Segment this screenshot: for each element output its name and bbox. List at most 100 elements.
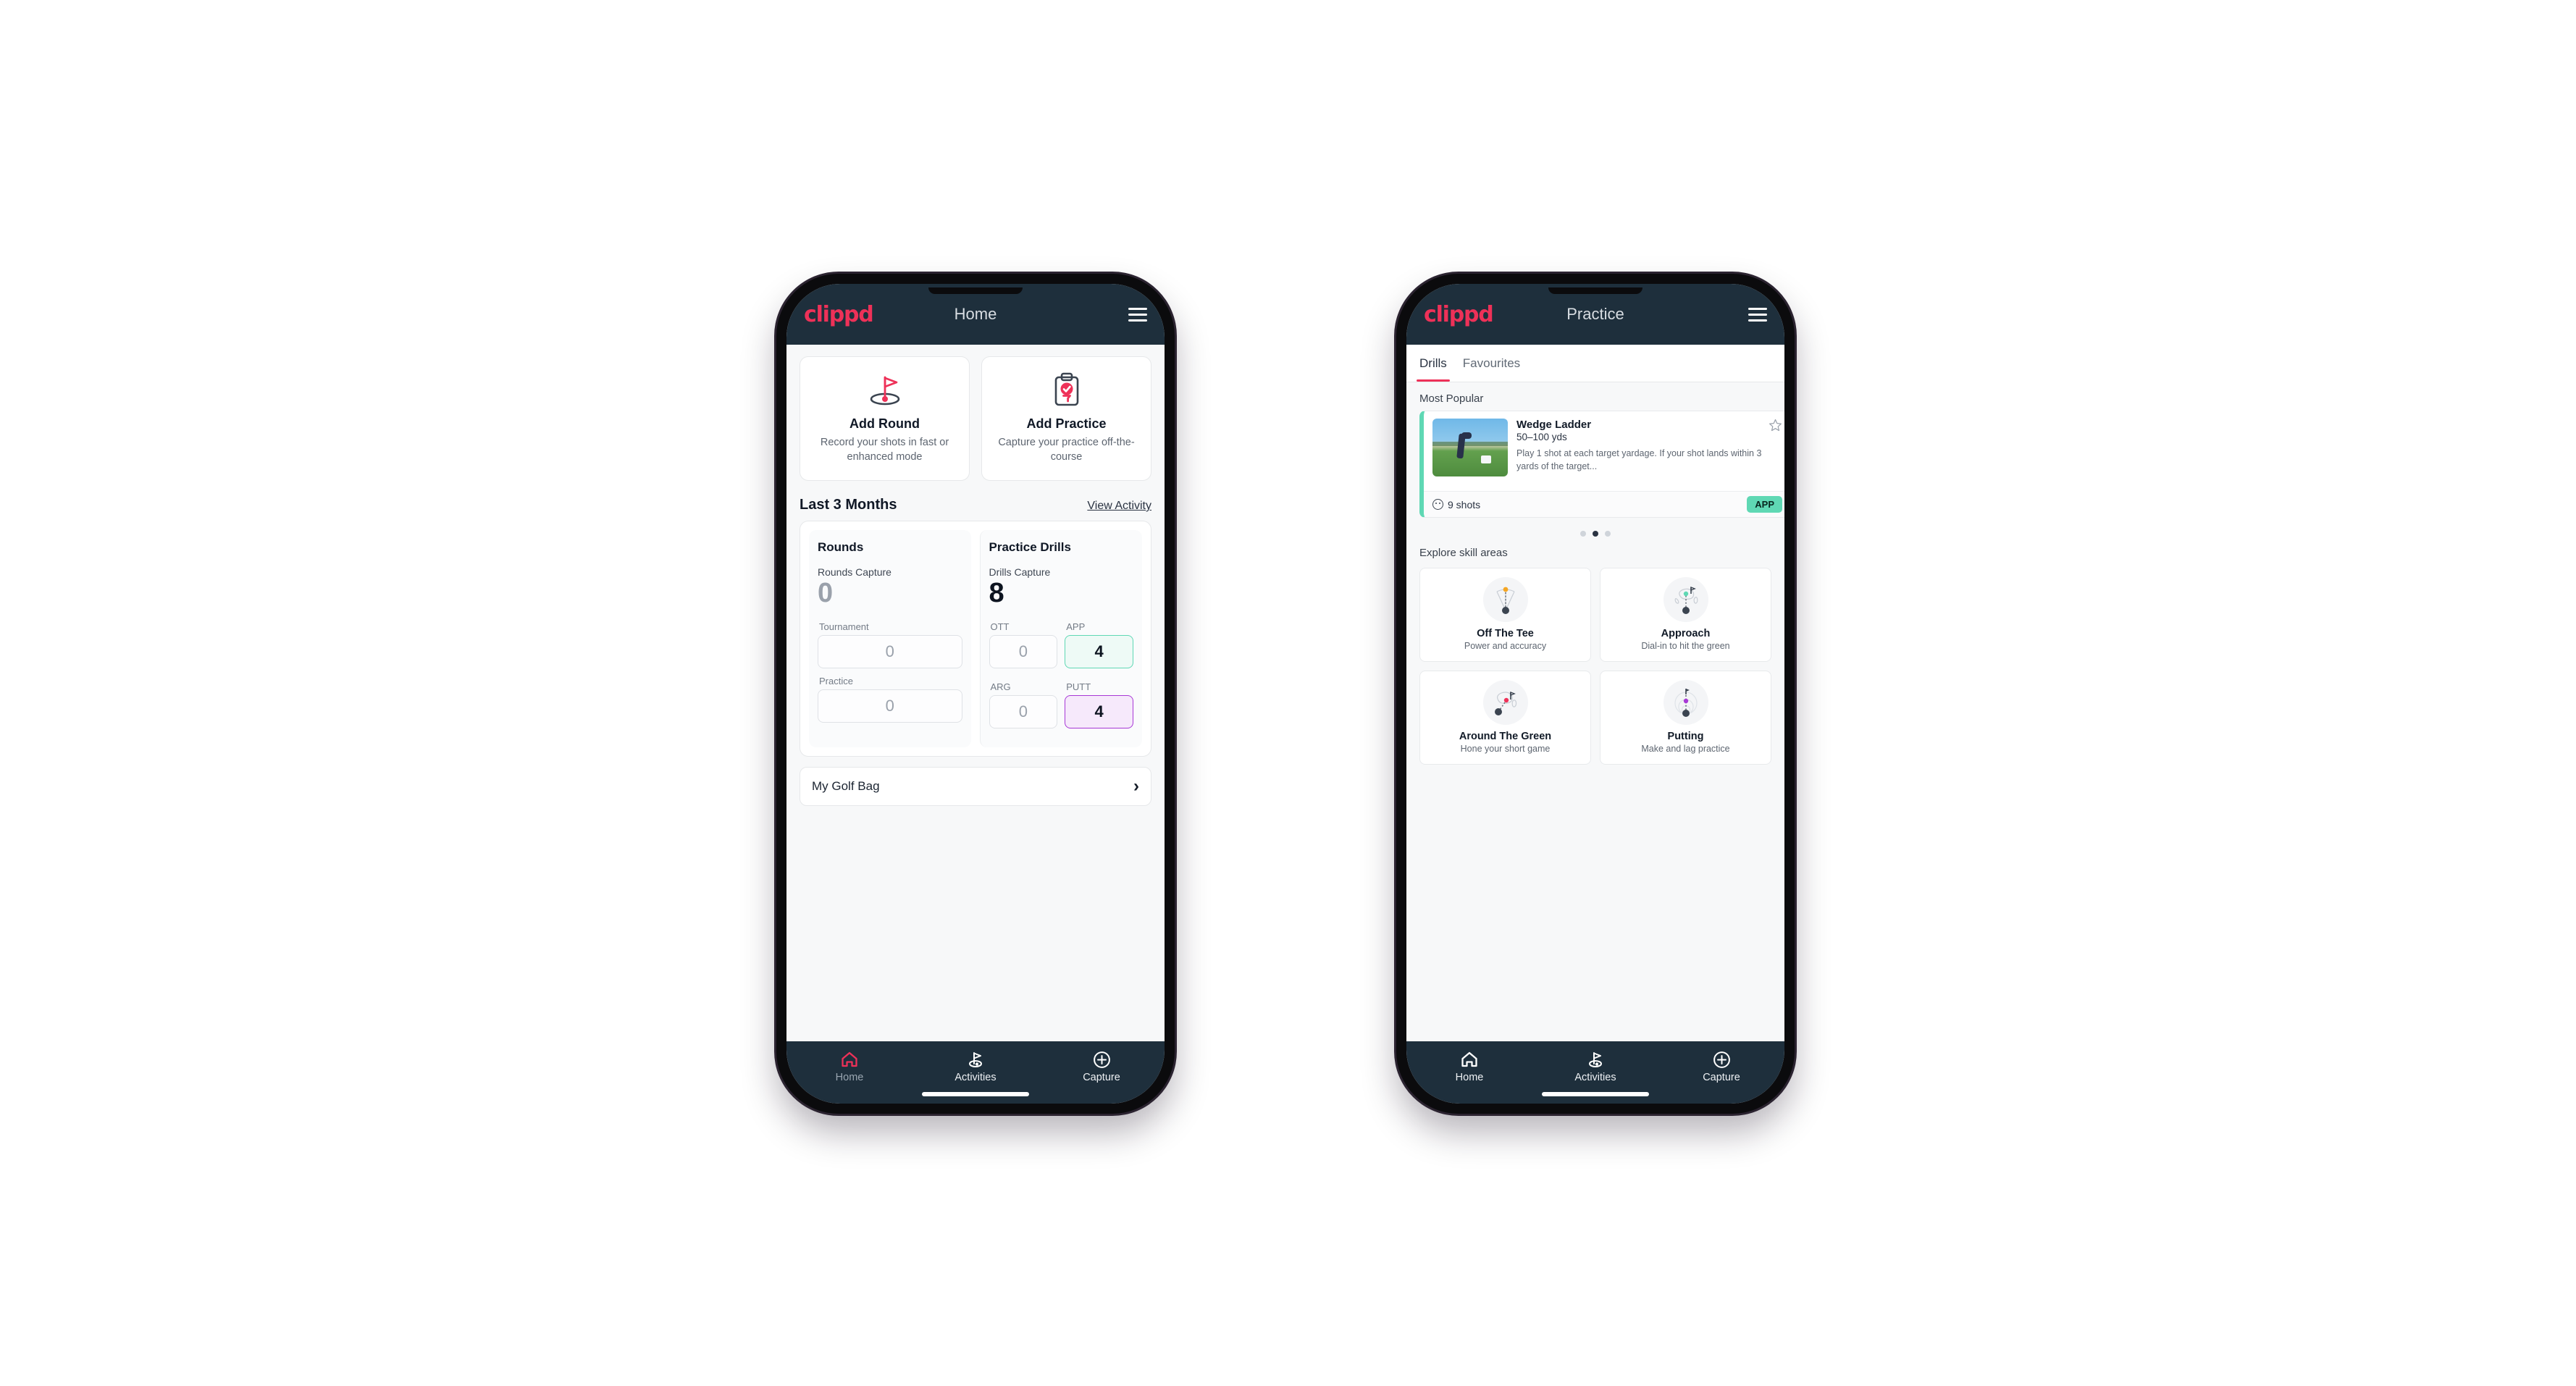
drill-shots-label: 9 shots [1448,498,1481,511]
nav-item-capture[interactable]: Capture [1659,1050,1784,1083]
golf-ball-icon [1432,499,1443,510]
plus-circle-icon [1713,1050,1731,1069]
explore-skill-areas-label: Explore skill areas [1419,547,1508,559]
off-the-tee-icon [1482,577,1528,622]
practice-screen: clippd Practice Drills Favourites Most P… [1406,284,1784,1104]
ott-value[interactable]: 0 [989,634,1058,668]
rounds-capture-label: Rounds Capture [818,566,891,578]
carousel-dot[interactable] [1605,531,1611,537]
drill-category-grid: OTT 0 APP 4 ARG 0 PUTT 4 [989,621,1133,736]
skill-card-around-the-green[interactable]: Around The Green Hone your short game [1419,671,1591,765]
practice-label: Practice [819,675,853,686]
phone-notch [1548,287,1642,294]
page-title: Home [954,305,997,323]
plus-circle-icon [1093,1050,1111,1069]
drills-capture-label: Drills Capture [989,566,1051,578]
putt-label: PUTT [1066,681,1091,692]
ott-label: OTT [990,621,1010,632]
approach-icon [1663,577,1708,622]
carousel-dot[interactable] [1580,531,1586,537]
skill-subtitle: Dial-in to hit the green [1641,641,1730,651]
screenshot-canvas: clippd Home Add Round Record your shots … [0,0,2576,1386]
add-practice-card[interactable]: Add Practice Capture your practice off-t… [981,356,1151,481]
practice-bottom-nav: Home Activities Capture [1406,1041,1784,1104]
page-title: Practice [1566,305,1624,323]
nav-item-home[interactable]: Home [1407,1050,1532,1083]
arg-label: ARG [990,681,1011,692]
drill-category-badge: APP [1747,496,1782,513]
app-label: APP [1066,621,1086,632]
drill-carousel[interactable]: Wedge Ladder 50–100 yds Play 1 shot at e… [1406,411,1784,525]
skill-card-off-the-tee[interactable]: Off The Tee Power and accuracy [1419,568,1591,662]
home-indicator-bar [922,1092,1029,1096]
skill-subtitle: Hone your short game [1460,744,1551,754]
drills-capture-value: 8 [989,578,1004,608]
add-round-subtitle: Record your shots in fast or enhanced mo… [820,437,949,463]
skill-card-putting[interactable]: Putting Make and lag practice [1600,671,1771,765]
nav-label-capture: Capture [1083,1072,1120,1083]
rounds-capture-value: 0 [818,578,834,608]
skill-subtitle: Make and lag practice [1641,744,1730,754]
last-3-months-header: Last 3 Months View Activity [786,481,1165,521]
home-bottom-nav: Home Activities Capture [786,1041,1165,1104]
clipboard-check-icon [1049,370,1085,411]
nav-item-home[interactable]: Home [787,1050,912,1083]
quick-actions-row: Add Round Record your shots in fast or e… [786,345,1165,481]
arg-group: ARG 0 [989,681,1058,736]
practice-body: Most Popular Wedge Ladder 50–100 yds Pla… [1406,382,1784,1041]
ott-group: OTT 0 [989,621,1058,676]
carousel-dot-active[interactable] [1593,531,1598,537]
golf-flag-hole-icon [865,370,905,411]
arg-value[interactable]: 0 [989,694,1058,728]
skill-title: Putting [1667,731,1704,742]
skill-title: Off The Tee [1477,628,1534,639]
putt-value[interactable]: 4 [1065,694,1133,728]
phone-notch [928,287,1023,294]
drill-description: Play 1 shot at each target yardage. If y… [1516,448,1762,471]
chevron-right-icon: › [1133,776,1139,796]
my-golf-bag-row[interactable]: My Golf Bag › [800,766,1151,806]
skill-card-approach[interactable]: Approach Dial-in to hit the green [1600,568,1771,662]
app-value[interactable]: 4 [1065,634,1133,668]
drill-thumbnail [1432,419,1508,476]
nav-label-home: Home [1455,1072,1484,1083]
nav-label-activities: Activities [955,1072,997,1083]
practice-value[interactable]: 0 [818,689,962,723]
phone-mockup-practice: clippd Practice Drills Favourites Most P… [1396,274,1795,1114]
nav-item-activities[interactable]: Activities [913,1050,1038,1083]
carousel-dots[interactable] [1406,525,1784,537]
hamburger-menu-icon[interactable] [1748,307,1767,322]
stats-card: Rounds Rounds Capture 0 Tournament 0 Pra… [800,521,1151,757]
nav-item-capture[interactable]: Capture [1039,1050,1164,1083]
putt-group: PUTT 4 [1065,681,1133,736]
drills-heading: Practice Drills [989,540,1071,554]
drill-title: Wedge Ladder [1516,419,1592,431]
drill-meta: Wedge Ladder 50–100 yds Play 1 shot at e… [1516,419,1782,491]
most-popular-label: Most Popular [1419,392,1484,405]
view-activity-link[interactable]: View Activity [1087,500,1151,513]
home-screen: clippd Home Add Round Record your shots … [786,284,1165,1104]
drill-card-wedge-ladder[interactable]: Wedge Ladder 50–100 yds Play 1 shot at e… [1419,411,1784,518]
phone-mockup-home: clippd Home Add Round Record your shots … [776,274,1175,1114]
skill-title: Approach [1661,628,1711,639]
drill-distance: 50–100 yds [1516,432,1567,442]
drill-card-top: Wedge Ladder 50–100 yds Play 1 shot at e… [1424,411,1784,491]
home-body: Add Round Record your shots in fast or e… [786,345,1165,1041]
rounds-column: Rounds Rounds Capture 0 Tournament 0 Pra… [809,530,971,747]
add-round-title: Add Round [849,416,920,431]
app-group: APP 4 [1065,621,1133,676]
tournament-value[interactable]: 0 [818,634,962,668]
nav-item-activities[interactable]: Activities [1533,1050,1658,1083]
my-golf-bag-label: My Golf Bag [812,778,880,793]
tab-drills[interactable]: Drills [1417,345,1450,382]
nav-label-activities: Activities [1574,1072,1616,1083]
tab-favourites[interactable]: Favourites [1463,345,1520,382]
nav-label-home: Home [835,1072,864,1083]
add-round-card[interactable]: Add Round Record your shots in fast or e… [800,356,970,481]
hamburger-menu-icon[interactable] [1128,307,1147,322]
practice-drills-column: Practice Drills Drills Capture 8 OTT 0 A… [979,530,1142,747]
home-indicator-bar [1542,1092,1649,1096]
skill-title: Around The Green [1459,731,1552,742]
golf-flag-icon [966,1050,985,1069]
star-outline-icon[interactable] [1769,419,1782,435]
